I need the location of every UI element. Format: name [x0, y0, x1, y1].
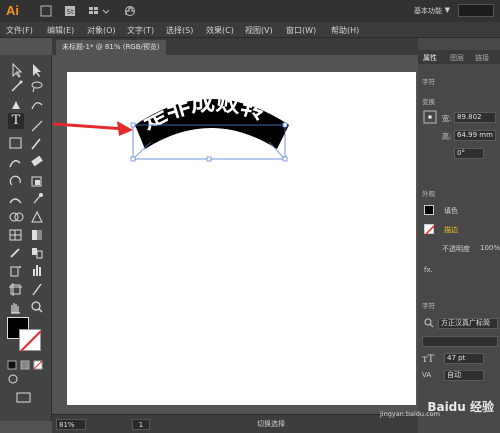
tab-layers[interactable]: 图层 — [450, 53, 464, 63]
menu-object[interactable]: 对象(O) — [87, 25, 116, 36]
document-tab[interactable]: 未标题-1* @ 81% (RGB/预览) — [56, 40, 166, 55]
column-graph-tool-icon[interactable] — [33, 265, 41, 276]
gradient-mode-icon[interactable] — [20, 360, 30, 370]
type-tool-icon[interactable]: T — [8, 113, 24, 129]
font-family-field[interactable]: 方正汉真广标简 — [438, 318, 498, 329]
menu-bar: 文件(F) 编辑(E) 对象(O) 文字(T) 选择(S) 效果(C) 视图(V… — [0, 22, 500, 38]
document-tab-label: 未标题-1* @ 81% (RGB/预览) — [62, 43, 160, 51]
width-field[interactable]: 89.802 — [454, 112, 496, 123]
eraser-tool-icon[interactable] — [31, 155, 43, 167]
properties-panel: 属性 图层 链接 字符 变换 宽: 89.802 高: 64.99 mm 0° … — [418, 38, 500, 433]
section-character2-label: 字符 — [422, 302, 435, 310]
artboard-tool-icon[interactable] — [9, 283, 22, 296]
zoom-tool-icon[interactable] — [31, 301, 43, 313]
stroke-color-swatch[interactable] — [19, 329, 42, 352]
rectangle-tool-icon[interactable] — [9, 137, 22, 149]
width-label: 宽: — [442, 115, 452, 123]
annotation-arrow — [53, 121, 133, 136]
gradient-tool-icon[interactable] — [32, 230, 42, 240]
tab-properties[interactable]: 属性 — [423, 53, 437, 63]
stroke-swatch-icon[interactable] — [424, 224, 436, 236]
lasso-tool-icon[interactable] — [31, 81, 43, 93]
status-bar: 81% 1 切换选择 — [52, 414, 418, 433]
fx-icon[interactable]: fx. — [424, 266, 433, 274]
canvas-area[interactable]: 是非成败转 — [53, 55, 417, 413]
menu-view[interactable]: 视图(V) — [245, 25, 273, 36]
search-icon[interactable] — [424, 318, 434, 328]
arrange-documents-icon[interactable] — [88, 5, 112, 17]
tracking-icon: VA — [422, 371, 432, 379]
bridge-icon[interactable] — [40, 5, 52, 17]
menu-edit[interactable]: 编辑(E) — [47, 25, 74, 36]
eyedropper-tool-icon[interactable] — [10, 248, 20, 258]
slice-tool-icon[interactable] — [32, 283, 42, 296]
menu-select[interactable]: 选择(S) — [166, 25, 193, 36]
opacity-label[interactable]: 不透明度 — [442, 244, 470, 254]
screen-mode-icon[interactable] — [16, 392, 31, 403]
direct-selection-tool-icon[interactable] — [33, 64, 41, 77]
pen-tool-icon[interactable] — [12, 101, 20, 109]
menu-window[interactable]: 窗口(W) — [286, 25, 316, 36]
color-mode-icon[interactable] — [7, 360, 17, 370]
search-input[interactable] — [458, 4, 494, 17]
opacity-value[interactable]: 100% — [480, 244, 500, 252]
perspective-grid-tool-icon[interactable] — [31, 210, 43, 223]
font-style-field[interactable] — [422, 336, 498, 347]
menu-help[interactable]: 帮助(H) — [331, 25, 359, 36]
hand-tool-icon[interactable] — [11, 303, 20, 314]
tab-links[interactable]: 链接 — [475, 53, 489, 63]
zoom-level-field[interactable]: 81% — [56, 419, 86, 430]
tracking-field[interactable]: 自动 — [444, 370, 484, 381]
line-tool-icon[interactable] — [31, 120, 43, 132]
panel-tabs: 属性 图层 链接 — [418, 50, 500, 64]
menu-type[interactable]: 文字(T) — [127, 25, 154, 36]
stock-icon[interactable]: St — [64, 5, 76, 17]
height-field[interactable]: 64.99 mm — [454, 130, 496, 141]
reference-point-icon[interactable] — [423, 110, 437, 124]
fill-swatch-icon[interactable] — [424, 205, 434, 215]
menu-file[interactable]: 文件(F) — [6, 25, 33, 36]
workspace-switcher[interactable]: 基本功能 — [414, 6, 442, 16]
tools-panel: T — [0, 55, 52, 421]
font-size-icon: тT — [422, 354, 435, 365]
puppet-warp-tool-icon[interactable] — [33, 193, 43, 204]
svg-text:St: St — [67, 8, 74, 16]
section-appearance-label: 外观 — [422, 190, 435, 198]
mesh-tool-icon[interactable] — [9, 229, 22, 241]
font-size-field[interactable]: 47 pt — [444, 353, 484, 364]
width-tool-icon[interactable] — [9, 198, 22, 204]
section-character-label: 字符 — [422, 78, 435, 86]
document-tab-bar: 未标题-1* @ 81% (RGB/预览) — [52, 38, 418, 55]
symbol-sprayer-tool-icon[interactable] — [10, 266, 21, 277]
gpu-performance-icon[interactable] — [124, 5, 136, 17]
artboard-number-field[interactable]: 1 — [132, 419, 150, 430]
fill-label: 填色 — [444, 207, 458, 215]
shaper-tool-icon[interactable] — [9, 160, 21, 168]
rotate-tool-icon[interactable] — [9, 175, 21, 186]
status-text: 切换选择 — [257, 420, 285, 428]
curvature-tool-icon[interactable] — [31, 102, 43, 110]
none-mode-icon[interactable] — [33, 360, 43, 370]
magic-wand-tool-icon[interactable] — [11, 80, 23, 92]
section-transform-label: 变换 — [422, 98, 435, 106]
draw-mode-icon[interactable] — [8, 374, 18, 384]
chevron-down-icon[interactable]: ▼ — [445, 6, 450, 14]
rotate-angle-field[interactable]: 0° — [454, 148, 484, 159]
app-logo: Ai — [6, 3, 19, 18]
scale-tool-icon[interactable] — [31, 176, 42, 187]
paintbrush-tool-icon[interactable] — [31, 138, 41, 150]
selection-tool-icon[interactable] — [12, 62, 23, 78]
watermark-url: jingyan.baidu.com — [380, 410, 440, 418]
shape-builder-tool-icon[interactable] — [9, 212, 24, 222]
height-label: 高: — [442, 133, 452, 141]
menu-effect[interactable]: 效果(C) — [206, 25, 234, 36]
title-bar: Ai St 基本功能 ▼ — [0, 0, 500, 22]
blend-tool-icon[interactable] — [32, 248, 43, 259]
stroke-label[interactable]: 描边 — [444, 225, 458, 235]
